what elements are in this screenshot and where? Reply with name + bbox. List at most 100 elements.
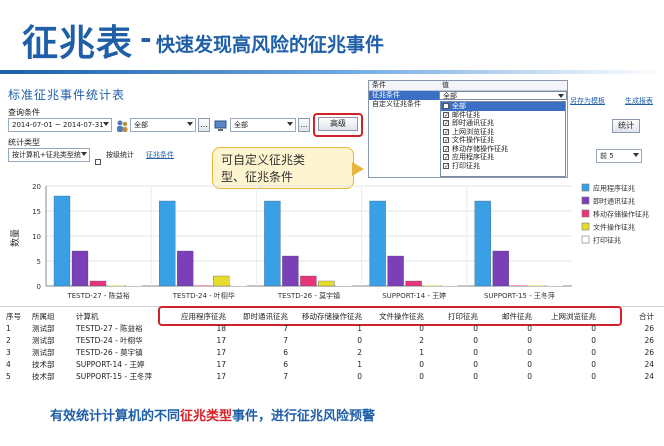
column-header[interactable]: 打印征兆 bbox=[430, 310, 484, 322]
top-n-select[interactable]: 前 5 bbox=[596, 149, 642, 163]
stat-type-select[interactable]: 按计算机+征兆类型统 bbox=[8, 148, 90, 162]
table-cell: TESTD-24 - 叶栩华 bbox=[76, 335, 143, 345]
table-row[interactable]: 2 测试部 TESTD-24 - 叶栩华 17 7 0 2 0 0 0 26 bbox=[4, 334, 660, 346]
table-cell: 0 bbox=[357, 371, 362, 381]
table-cell: TESTD-26 - 莫宇镇 bbox=[76, 347, 143, 357]
column-header[interactable]: 文件操作征兆 bbox=[368, 310, 430, 322]
bar bbox=[89, 280, 107, 287]
computer-icon bbox=[214, 118, 228, 132]
computer-select[interactable]: 全部 bbox=[230, 118, 296, 132]
checkbox-icon[interactable]: ✓ bbox=[443, 128, 449, 135]
list-item[interactable]: ✓ 即时通讯征兆 bbox=[441, 119, 565, 128]
column-header[interactable]: 所属组 bbox=[30, 310, 74, 322]
cond-row-value-select[interactable]: 全部 bbox=[439, 91, 567, 100]
list-item[interactable]: ✓ 文件操作征兆 bbox=[441, 136, 565, 145]
column-header[interactable]: 序号 bbox=[4, 310, 30, 322]
table-cell: 0 bbox=[591, 347, 596, 357]
window-title: 标准征兆事件统计表 bbox=[8, 88, 126, 102]
column-header[interactable]: 邮件征兆 bbox=[484, 310, 538, 322]
table-cell: 7 bbox=[283, 371, 288, 381]
computer-more-button[interactable]: ... bbox=[298, 118, 310, 132]
table-cell: TESTD-27 - 陈益裕 bbox=[76, 323, 143, 333]
table-cell: 0 bbox=[473, 335, 478, 345]
table-cell: 0 bbox=[419, 371, 424, 381]
group-select[interactable]: 全部 bbox=[130, 118, 196, 132]
table-cell: 26 bbox=[644, 335, 654, 345]
y-tick-label: 5 bbox=[37, 258, 41, 266]
checkbox-icon[interactable]: ✓ bbox=[443, 120, 449, 127]
table-cell: 24 bbox=[644, 359, 654, 369]
group-more-button[interactable]: ... bbox=[198, 118, 210, 132]
level-stats-checkbox[interactable] bbox=[95, 151, 104, 170]
table-cell: 7 bbox=[283, 323, 288, 333]
bar bbox=[528, 285, 545, 286]
advanced-button[interactable]: 高级 bbox=[318, 117, 358, 131]
callout-line-1: 可自定义征兆类 bbox=[221, 153, 306, 167]
bar bbox=[492, 250, 509, 287]
table-row[interactable]: 1 测试部 TESTD-27 - 陈益裕 18 7 1 0 0 0 0 26 bbox=[4, 322, 660, 334]
list-item[interactable]: ✓ 邮件征兆 bbox=[441, 111, 565, 120]
table-cell: 5 bbox=[6, 371, 11, 381]
y-axis-label: 数量 bbox=[9, 229, 21, 247]
list-item[interactable]: ✓ 应用程序征兆 bbox=[441, 153, 565, 162]
table-cell: 17 bbox=[216, 347, 226, 357]
conditions-link[interactable]: 征兆条件 bbox=[146, 150, 174, 160]
x-tick-label: SUPPORT-14 - 王婷 bbox=[382, 291, 446, 300]
column-header[interactable]: 应用程序征兆 bbox=[170, 310, 232, 322]
column-header[interactable]: 合计 bbox=[602, 310, 660, 322]
checkbox-icon[interactable]: ✓ bbox=[443, 137, 449, 144]
table-cell: 26 bbox=[644, 347, 654, 357]
saveas-template-link[interactable]: 另存为模板 bbox=[570, 96, 605, 106]
table-cell: 0 bbox=[527, 359, 532, 369]
cond-row-name[interactable]: 自定义征兆条件 bbox=[369, 100, 439, 109]
legend-swatch bbox=[581, 183, 590, 192]
table-row[interactable]: 5 技术部 SUPPORT-15 - 王冬萍 17 7 0 0 0 0 0 24 bbox=[4, 370, 660, 382]
checkbox-icon[interactable]: ✓ bbox=[443, 154, 449, 161]
table-cell: 17 bbox=[216, 359, 226, 369]
column-header[interactable]: 移动存储操作征兆 bbox=[294, 310, 368, 322]
checkbox-icon[interactable]: ✓ bbox=[443, 145, 449, 152]
bar bbox=[318, 280, 335, 287]
stats-button[interactable]: 统计 bbox=[612, 119, 640, 133]
table-cell: 0 bbox=[591, 371, 596, 381]
bar bbox=[405, 280, 422, 287]
list-item[interactable]: ✓ 打印征兆 bbox=[441, 162, 565, 171]
table-cell: 1 bbox=[357, 359, 362, 369]
list-item[interactable]: ✓ 移动存储操作征兆 bbox=[441, 145, 565, 154]
checkbox-icon[interactable]: ✓ bbox=[443, 111, 449, 118]
bar bbox=[177, 250, 194, 287]
column-header[interactable]: 计算机 bbox=[74, 310, 170, 322]
header-divider bbox=[0, 70, 664, 74]
table-cell: 0 bbox=[527, 335, 532, 345]
table-cell: 测试部 bbox=[32, 335, 55, 345]
query-label: 查询条件 bbox=[8, 108, 40, 117]
legend-label: 打印征兆 bbox=[593, 236, 621, 245]
table-cell: 0 bbox=[473, 359, 478, 369]
checkbox-icon[interactable]: ✓ bbox=[443, 162, 449, 169]
x-tick-label: TESTD-27 - 陈益裕 bbox=[66, 291, 129, 300]
table-cell: 17 bbox=[216, 335, 226, 345]
table-row[interactable]: 3 测试部 TESTD-26 - 莫宇镇 17 6 2 1 0 0 0 26 bbox=[4, 346, 660, 358]
column-header[interactable]: 上网浏览征兆 bbox=[538, 310, 602, 322]
checkbox-icon[interactable] bbox=[443, 103, 449, 110]
date-range-select[interactable]: 2014-07-01 ~ 2014-07-31 bbox=[8, 118, 112, 132]
table-cell: SUPPORT-15 - 王冬萍 bbox=[76, 371, 152, 381]
table-cell: 17 bbox=[216, 371, 226, 381]
table-cell: SUPPORT-14 - 王婷 bbox=[76, 359, 145, 369]
table-row[interactable]: 4 技术部 SUPPORT-14 - 王婷 17 6 1 0 0 0 0 24 bbox=[4, 358, 660, 370]
legend-swatch bbox=[581, 235, 590, 244]
table-cell: 18 bbox=[216, 323, 226, 333]
table-cell: 测试部 bbox=[32, 347, 55, 357]
table-cell: 0 bbox=[591, 335, 596, 345]
cond-header-name: 条件 bbox=[372, 81, 386, 89]
list-item[interactable]: 全部 bbox=[441, 102, 565, 111]
generate-report-link[interactable]: 生成报表 bbox=[625, 96, 653, 106]
table-cell: 6 bbox=[283, 347, 288, 357]
footer-text-2: 事件，进行征兆风险预警 bbox=[232, 409, 376, 424]
table-cell: 0 bbox=[473, 347, 478, 357]
column-header[interactable]: 即时通讯征兆 bbox=[232, 310, 294, 322]
list-item[interactable]: ✓ 上网浏览征兆 bbox=[441, 128, 565, 137]
table-cell: 24 bbox=[644, 371, 654, 381]
x-tick-label: TESTD-26 - 莫宇镇 bbox=[277, 291, 340, 300]
cond-row-name[interactable]: 征兆条件 bbox=[369, 91, 439, 100]
